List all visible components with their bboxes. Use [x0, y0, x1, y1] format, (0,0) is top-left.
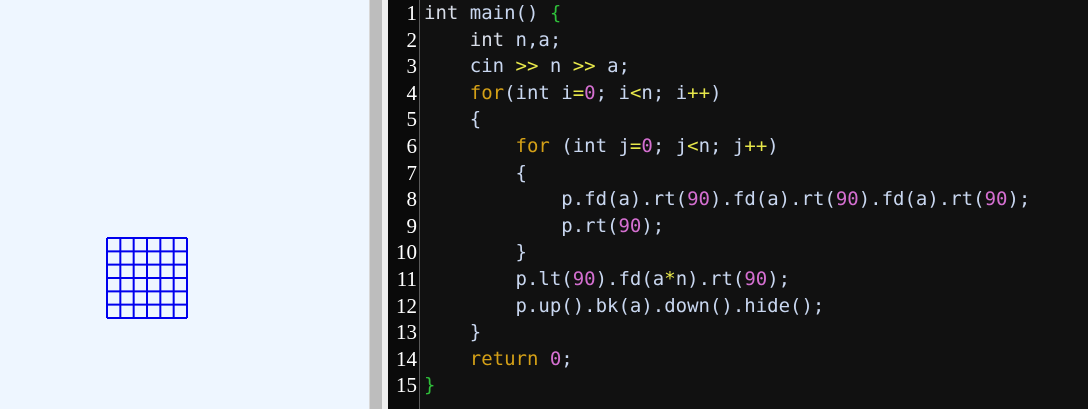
- code-token: for: [424, 81, 505, 104]
- code-line[interactable]: p.up().bk(a).down().hide();: [424, 293, 825, 320]
- line-number: 3: [406, 54, 418, 79]
- code-token: p.rt(: [424, 214, 619, 237]
- code-token: int: [424, 2, 459, 24]
- code-token: }: [424, 241, 527, 264]
- code-line[interactable]: cin >> n >> a;: [424, 53, 630, 80]
- code-token: 90: [984, 188, 1008, 211]
- line-number: 15: [396, 373, 417, 398]
- code-token: n,a;: [504, 28, 562, 51]
- code-line[interactable]: }: [424, 239, 527, 266]
- code-token: );: [641, 214, 665, 237]
- line-number: 9: [406, 213, 418, 238]
- code-token: }: [424, 321, 482, 344]
- code-token: int: [424, 28, 505, 51]
- code-token: 90: [744, 268, 768, 290]
- line-number: 13: [396, 320, 417, 345]
- code-line[interactable]: {: [424, 160, 527, 187]
- code-line[interactable]: return 0;: [424, 346, 573, 373]
- code-token: 0: [584, 81, 596, 104]
- code-token: main: [458, 2, 516, 24]
- code-token: ).fd(a).rt(: [710, 188, 836, 211]
- code-line[interactable]: int n,a;: [424, 27, 562, 54]
- code-token: }: [424, 374, 436, 397]
- code-token: a;: [595, 55, 630, 78]
- code-token: return: [424, 347, 539, 370]
- code-token: >>: [561, 55, 596, 78]
- code-token: ): [710, 81, 722, 104]
- code-token: ;: [561, 347, 573, 370]
- code-token: ; i: [595, 81, 630, 104]
- code-line[interactable]: {: [424, 106, 481, 133]
- code-token: 90: [618, 214, 642, 237]
- code-line[interactable]: for (int j=0; j<n; j++): [424, 133, 779, 160]
- line-number: 1: [406, 1, 418, 25]
- code-token: 90: [835, 188, 859, 211]
- line-number: 8: [406, 187, 418, 212]
- code-editor[interactable]: 1 2 3 4 5 6 7 8 9 10 11 12 13 14 15 int main() { int n…: [388, 0, 1088, 409]
- line-number: 4: [406, 80, 418, 105]
- code-token: p.up().bk(a).down().hide();: [424, 294, 825, 317]
- code-token: {: [424, 161, 527, 184]
- code-line[interactable]: p.rt(90);: [424, 213, 664, 240]
- code-token: (int i: [504, 81, 573, 104]
- code-token: >>: [504, 55, 539, 78]
- code-token: (): [515, 2, 539, 24]
- pane-splitter[interactable]: [369, 0, 382, 409]
- line-number: 14: [396, 346, 417, 371]
- line-number-gutter: 1 2 3 4 5 6 7 8 9 10 11 12 13 14 15: [388, 0, 420, 409]
- line-number: 10: [396, 240, 417, 265]
- code-token: ).fd(a: [595, 268, 665, 290]
- line-number: 5: [406, 107, 418, 132]
- code-token: cin: [424, 55, 505, 78]
- line-number: 7: [406, 160, 418, 185]
- code-token: ): [767, 135, 779, 157]
- code-token: n; i: [641, 81, 688, 104]
- code-token: =: [629, 135, 642, 157]
- code-token: 0: [641, 135, 653, 157]
- drawn-grid: [106, 237, 188, 319]
- code-token: );: [1007, 188, 1031, 211]
- code-token: {: [424, 108, 482, 131]
- turtle-canvas: [0, 0, 369, 409]
- code-line[interactable]: for(int i=0; i<n; i++): [424, 80, 722, 107]
- code-token: <: [687, 135, 699, 157]
- code-token: n: [538, 55, 562, 78]
- code-token: p.fd(a).rt(: [424, 188, 688, 211]
- code-token: *: [664, 268, 676, 290]
- code-token: <: [629, 81, 642, 104]
- code-token: 90: [687, 188, 710, 211]
- code-line[interactable]: p.lt(90).fd(a*n).rt(90);: [424, 266, 791, 293]
- code-line[interactable]: }: [424, 372, 435, 399]
- code-token: );: [767, 268, 791, 290]
- code-token: 0: [549, 347, 562, 370]
- code-token: {: [538, 2, 562, 24]
- code-token: ; j: [652, 135, 688, 157]
- code-token: for: [424, 135, 550, 157]
- line-number: 11: [396, 267, 417, 291]
- code-line[interactable]: }: [424, 319, 481, 346]
- code-token: n).rt(: [675, 268, 745, 290]
- line-number: 6: [406, 134, 418, 158]
- code-token: =: [572, 81, 585, 104]
- line-number: 12: [396, 293, 417, 318]
- code-token: 90: [572, 268, 596, 290]
- code-token: ).fd(a).rt(: [858, 188, 985, 211]
- code-token: n; j: [698, 135, 745, 157]
- code-token: ++: [687, 81, 711, 104]
- code-token: p.lt(: [424, 268, 573, 290]
- code-line[interactable]: int main() {: [424, 0, 561, 27]
- code-line[interactable]: p.fd(a).rt(90).fd(a).rt(90).fd(a).rt(90)…: [424, 186, 1030, 213]
- line-number: 2: [406, 27, 418, 52]
- code-token: ++: [744, 135, 768, 157]
- code-token: (int j: [549, 135, 630, 157]
